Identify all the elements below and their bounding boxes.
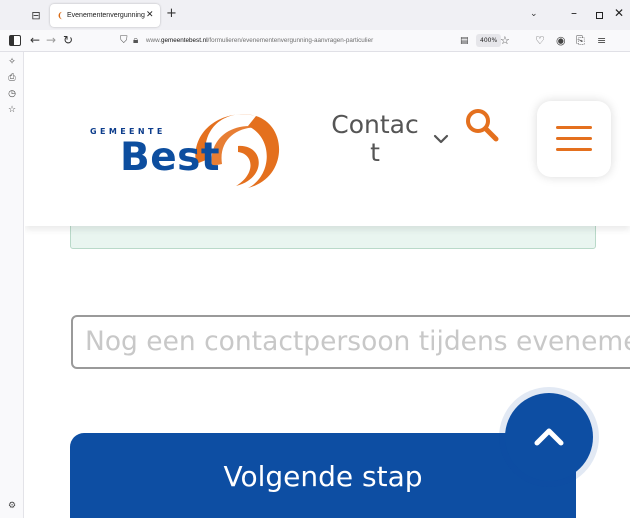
web-content: GEMEENTE Best Contact Nog een contactper… [25, 53, 630, 518]
sidebar-toggle-icon[interactable] [9, 35, 21, 46]
zoom-level-button[interactable]: 400% [476, 34, 502, 47]
hamburger-line [556, 137, 592, 140]
reload-icon[interactable]: ↻ [63, 33, 73, 47]
contact-menu-link[interactable]: Contact [331, 111, 419, 167]
url-domain: gemeentebest.nl [161, 37, 208, 44]
forward-icon[interactable]: → [46, 33, 56, 47]
url-text[interactable]: www.gemeentebest.nl/formulieren/evenemen… [146, 35, 373, 47]
next-step-button[interactable]: Volgende stap [70, 433, 576, 518]
back-icon[interactable]: ← [30, 33, 40, 47]
navigation-bar: ← → ↻ ⛉ 🔒︎ www.gemeentebest.nl/formulier… [0, 30, 630, 52]
browser-sidebar: ✧ ⎙ ◷ ☆ ⚙ [0, 52, 24, 518]
url-bar[interactable]: ⛉ 🔒︎ www.gemeentebest.nl/formulieren/eve… [112, 33, 516, 49]
new-tab-button[interactable]: + [166, 7, 177, 21]
extensions-icon[interactable]: ⎘ [576, 33, 585, 48]
input-placeholder: Nog een contactpersoon tijdens evenement [85, 326, 630, 357]
synced-tabs-icon[interactable]: ⎙ [6, 72, 18, 84]
customize-sidebar-icon[interactable]: ⚙ [6, 500, 18, 512]
chevron-down-icon[interactable] [431, 129, 451, 149]
url-path: /formulieren/evenementenvergunning-aanvr… [207, 37, 374, 44]
hamburger-menu-button[interactable] [537, 101, 611, 177]
tab-overview-icon[interactable]: ⊟ [30, 10, 42, 22]
account-icon[interactable]: ◉ [556, 33, 566, 48]
tab-bar: ⊟ ❨ Evenementenvergunning aanvr ✕ + ⌄ – … [0, 0, 630, 30]
next-step-label: Volgende stap [223, 460, 423, 493]
tabs-list-icon[interactable]: ⌄ [530, 8, 538, 20]
gemeente-best-logo[interactable]: GEMEENTE Best [88, 86, 288, 196]
lock-icon[interactable]: 🔒︎ [133, 34, 138, 48]
back-to-top-button[interactable] [505, 393, 593, 481]
shield-icon[interactable]: ⛉ [120, 34, 128, 48]
search-icon[interactable] [462, 105, 502, 145]
hamburger-line [556, 148, 592, 151]
pocket-icon[interactable]: ♡ [535, 33, 545, 48]
favicon-icon: ❨ [57, 11, 64, 20]
bookmarks-icon[interactable]: ☆ [6, 104, 18, 116]
close-icon[interactable]: ✕ [614, 6, 624, 20]
menu-icon[interactable]: ≡ [597, 33, 606, 48]
tab-title: Evenementenvergunning aanvr [67, 12, 145, 19]
logo-best-text: Best [120, 135, 221, 180]
extra-contact-person-input[interactable]: Nog een contactpersoon tijdens evenement [71, 315, 630, 369]
tab-close-icon[interactable]: ✕ [146, 8, 154, 22]
minimize-icon[interactable]: – [571, 5, 577, 21]
ai-chat-icon[interactable]: ✧ [6, 56, 18, 68]
bookmark-star-icon[interactable]: ☆ [500, 33, 510, 48]
browser-tab[interactable]: ❨ Evenementenvergunning aanvr ✕ [50, 4, 160, 27]
site-header: GEMEENTE Best Contact [25, 53, 630, 226]
chevron-up-icon [534, 428, 564, 446]
hamburger-line [556, 126, 592, 129]
maximize-icon[interactable] [596, 12, 603, 19]
reader-view-icon[interactable]: ▤ [460, 34, 469, 48]
history-icon[interactable]: ◷ [6, 88, 18, 100]
url-prefix: www. [146, 37, 162, 44]
